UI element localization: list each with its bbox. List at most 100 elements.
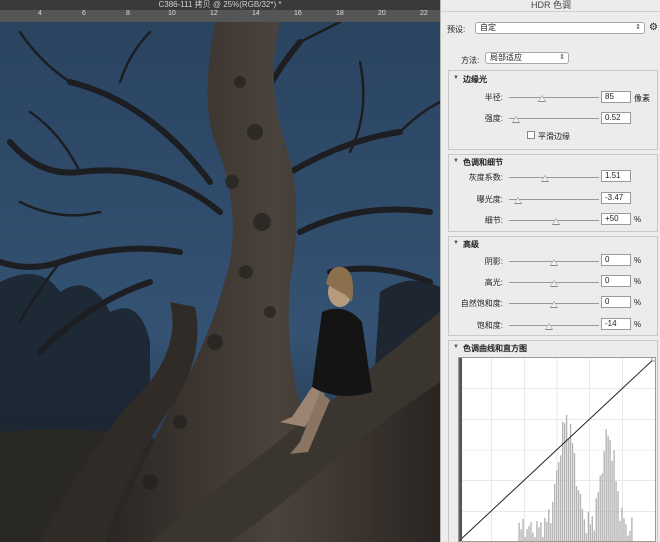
slider-thumb[interactable] <box>544 323 553 330</box>
method-select[interactable]: 局部适应 ⇕ <box>485 52 569 64</box>
vibrance-input[interactable]: 0 <box>601 296 631 308</box>
slider-thumb[interactable] <box>541 175 549 182</box>
histogram-bar <box>587 511 590 541</box>
exposure-slider[interactable] <box>509 199 599 200</box>
ruler-tick: 4 <box>38 10 42 17</box>
histogram-bar <box>579 493 582 541</box>
histogram-bar <box>548 509 550 541</box>
strength-label: 强度: <box>484 114 503 123</box>
slider-thumb[interactable] <box>538 95 547 102</box>
histogram-bar <box>552 501 554 541</box>
chevron-updown-icon: ⇕ <box>559 54 565 61</box>
histogram-bar <box>585 533 588 541</box>
highlight-input[interactable]: 0 <box>601 275 631 287</box>
slider-thumb[interactable] <box>550 259 558 266</box>
histogram-bar <box>557 461 560 541</box>
histogram-bar <box>522 518 524 541</box>
collapse-triangle-icon[interactable]: ▼ <box>453 158 459 164</box>
ruler-tick: 18 <box>336 10 344 17</box>
histogram-bar <box>613 450 615 541</box>
histogram-bar <box>546 521 548 541</box>
collapse-triangle-icon[interactable]: ▼ <box>453 344 459 350</box>
collapse-triangle-icon[interactable]: ▼ <box>453 240 459 246</box>
slider-thumb[interactable] <box>551 218 560 225</box>
slider-thumb[interactable] <box>550 280 558 287</box>
histogram-bar <box>631 517 633 541</box>
ruler-tick: 22 <box>420 10 428 17</box>
gamma-slider[interactable] <box>509 177 599 178</box>
histogram-bar <box>581 508 584 541</box>
histogram-bar <box>530 522 532 541</box>
histogram-bar <box>540 522 542 541</box>
histogram-bar <box>595 498 597 541</box>
shadow-unit: % <box>634 256 642 265</box>
radius-slider[interactable] <box>509 97 599 98</box>
histogram-bar <box>528 526 530 541</box>
collapse-triangle-icon[interactable]: ▼ <box>453 75 459 81</box>
ruler-tick: 8 <box>126 10 130 17</box>
histogram-bar <box>599 475 601 541</box>
histogram-bar <box>619 520 621 541</box>
histogram-bar <box>542 537 544 541</box>
horizontal-ruler[interactable]: 4 6 8 10 12 14 16 18 20 22 <box>0 10 440 22</box>
slider-thumb[interactable] <box>550 301 558 308</box>
histogram-bar <box>611 460 613 541</box>
exposure-input[interactable]: -3.47 <box>601 192 631 204</box>
histogram-bar <box>607 435 609 541</box>
histogram-bar <box>629 531 631 541</box>
vibrance-unit: % <box>634 298 642 307</box>
slider-thumb[interactable] <box>512 116 521 123</box>
radius-input[interactable]: 85 <box>601 91 631 103</box>
gamma-input[interactable]: 1.51 <box>601 170 631 182</box>
black-point-strip <box>459 358 463 541</box>
gear-icon[interactable]: ⚙ <box>649 22 658 33</box>
histogram-bar <box>532 532 534 541</box>
photo-canvas[interactable] <box>0 22 440 542</box>
histogram-bar <box>554 483 556 541</box>
preset-select[interactable]: 自定 ⇕ <box>475 22 645 34</box>
saturation-slider[interactable] <box>509 325 599 326</box>
histogram-bar <box>623 518 625 541</box>
histogram-bar <box>627 535 629 541</box>
histogram-bars <box>518 414 633 541</box>
histogram-bar <box>575 485 578 541</box>
histogram-bar <box>593 530 595 541</box>
histogram-bar <box>571 443 574 541</box>
histogram-bar <box>563 423 566 541</box>
histogram-bar <box>605 429 607 541</box>
tone-curve-histogram[interactable] <box>458 357 656 542</box>
strength-input[interactable]: 0.52 <box>601 112 631 124</box>
histogram-bar <box>544 517 546 541</box>
ruler-tick: 14 <box>252 10 260 17</box>
slider-thumb[interactable] <box>514 197 522 204</box>
histogram-bar <box>520 529 522 541</box>
ruler-tick: 10 <box>168 10 176 17</box>
shadow-input[interactable]: 0 <box>601 254 631 266</box>
ruler-tick: 16 <box>294 10 302 17</box>
edge-glow-heading: 边缘光 <box>463 75 487 84</box>
detail-input[interactable]: +50 <box>601 213 631 225</box>
saturation-label: 饱和度: <box>476 321 503 330</box>
histogram-bar <box>556 470 558 541</box>
tone-detail-heading: 色调和细节 <box>463 158 503 167</box>
histogram-bar <box>559 455 562 541</box>
document-window: C386-111 拷贝 @ 25%(RGB/32*) * 4 6 8 10 12… <box>0 0 440 542</box>
gamma-label: 灰度系数: <box>468 173 503 182</box>
histogram-bar <box>538 527 540 541</box>
curve-endpoint-handle <box>651 358 655 362</box>
radius-label: 半径: <box>484 93 503 102</box>
strength-slider[interactable] <box>509 118 599 119</box>
smooth-edges-checkbox[interactable] <box>527 131 535 139</box>
ruler-tick: 20 <box>378 10 386 17</box>
chevron-updown-icon: ⇕ <box>635 24 641 31</box>
histogram-bar <box>589 524 592 541</box>
saturation-input[interactable]: -14 <box>601 318 631 330</box>
method-label: 方法: <box>461 56 480 65</box>
histogram-bar <box>561 421 564 541</box>
highlight-label: 高光: <box>484 278 503 287</box>
histogram-bar <box>565 414 568 541</box>
histogram-bar <box>603 450 605 541</box>
histogram-bar <box>518 522 520 541</box>
advanced-heading: 高级 <box>463 240 479 249</box>
detail-unit: % <box>634 215 642 224</box>
